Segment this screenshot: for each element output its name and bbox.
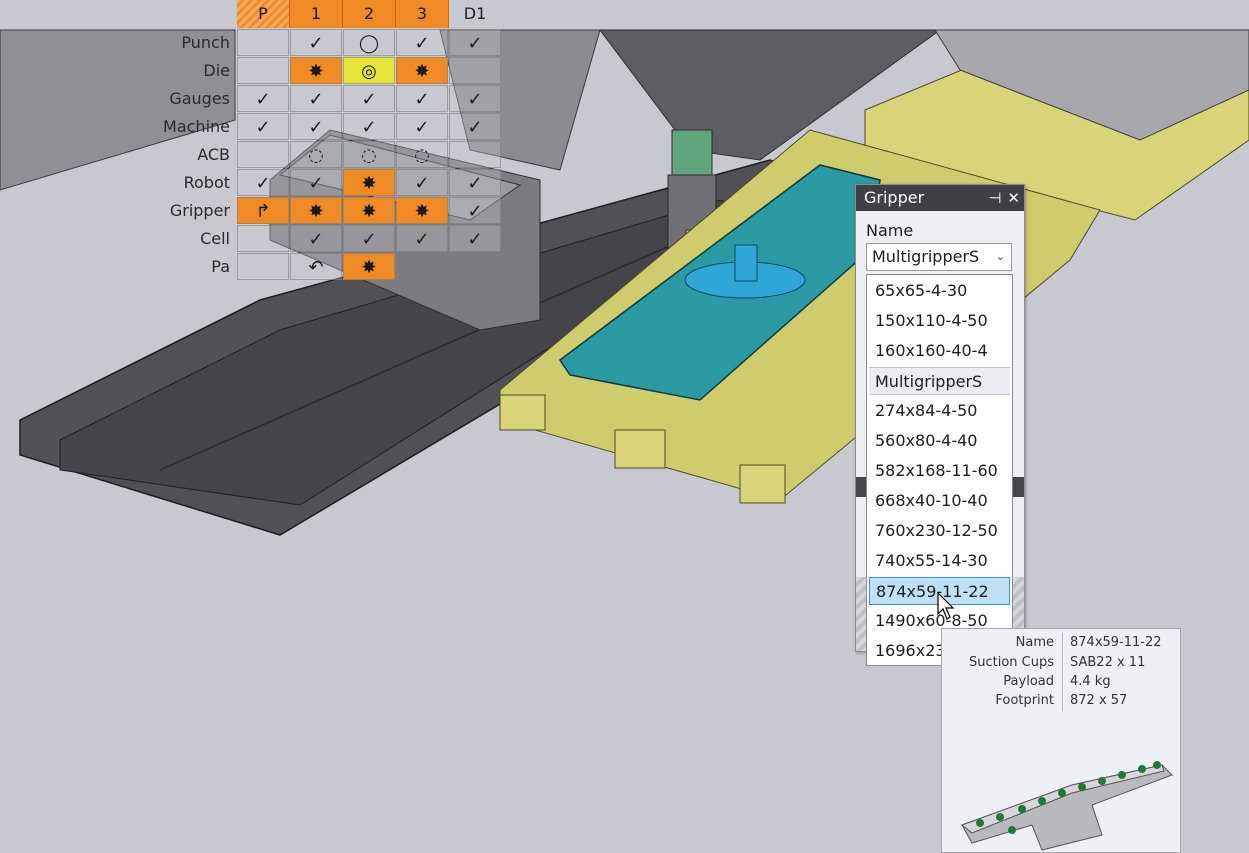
row-label-gripper: Gripper (169, 201, 230, 220)
gripper-name-combobox[interactable]: MultigripperS ⌄ (866, 243, 1012, 271)
gripper-cylinder (734, 244, 758, 282)
tooltip-row: Payload 4.4 kg (942, 674, 1182, 694)
grid-cell[interactable]: ✓ (449, 29, 501, 56)
column-header-p[interactable]: P (237, 0, 290, 28)
grid-cell-warning[interactable]: ◎ (343, 57, 395, 84)
grid-cell[interactable]: ✓ (343, 225, 395, 252)
row-label-punch: Punch (181, 33, 230, 52)
grid-cell[interactable]: ✓ (237, 113, 289, 140)
grid-cell[interactable]: ✓ (237, 85, 289, 112)
row-label-cell: Cell (200, 229, 230, 248)
tooltip-value: 4.4 kg (1070, 674, 1111, 689)
tooltip-key: Name (1015, 635, 1054, 650)
row-label-pa: Pa (211, 257, 230, 276)
pin-icon[interactable]: ⊣ (988, 189, 1001, 207)
row-label-die: Die (203, 61, 230, 80)
grid-cell-error[interactable]: ↱ (237, 197, 289, 224)
grid-cell[interactable]: ✓ (290, 85, 342, 112)
grid-cell-error[interactable]: ✸ (343, 197, 395, 224)
grid-cell[interactable] (237, 225, 289, 252)
panel-title-bar[interactable]: Gripper ⊣ ✕ (856, 185, 1024, 211)
grid-cell[interactable]: ✓ (449, 85, 501, 112)
column-header-2[interactable]: 2 (343, 0, 396, 28)
grid-cell[interactable]: ◌ (396, 141, 448, 168)
tooltip-key: Footprint (995, 693, 1054, 708)
gripper-tooltip: Name 874x59-11-22 Suction Cups SAB22 x 1… (941, 628, 1181, 853)
grid-cell[interactable] (449, 57, 501, 84)
grid-cell[interactable]: ◌ (290, 141, 342, 168)
grid-cell[interactable]: ✓ (237, 169, 289, 196)
grid-cell-error[interactable]: ✸ (343, 253, 395, 280)
grid-cell[interactable]: ◯ (343, 29, 395, 56)
grid-cell-error[interactable]: ✸ (290, 57, 342, 84)
tooltip-row: Name 874x59-11-22 (942, 635, 1182, 655)
dropdown-item[interactable]: 274x84-4-50 (869, 397, 1010, 425)
grid-cell[interactable]: ✓ (449, 169, 501, 196)
grid-cell-error[interactable]: ✸ (396, 197, 448, 224)
dropdown-item[interactable]: 740x55-14-30 (869, 547, 1010, 575)
close-icon[interactable]: ✕ (1007, 189, 1020, 207)
tooltip-row: Suction Cups SAB22 x 11 (942, 655, 1182, 675)
name-label: Name (866, 221, 914, 240)
grid-cell[interactable]: ✓ (396, 113, 448, 140)
combobox-value: MultigripperS (872, 247, 980, 266)
grid-cell[interactable]: ✓ (396, 85, 448, 112)
grid-cell[interactable]: ✓ (290, 113, 342, 140)
dropdown-item[interactable]: 668x40-10-40 (869, 487, 1010, 515)
tooltip-value: SAB22 x 11 (1070, 655, 1146, 670)
grid-cell[interactable]: ◌ (343, 141, 395, 168)
grid-cell[interactable]: ✓ (449, 225, 501, 252)
grid-cell[interactable] (237, 141, 289, 168)
tooltip-row: Footprint 872 x 57 (942, 693, 1182, 713)
tooltip-key: Payload (1003, 674, 1054, 689)
pallet-foot-2 (614, 429, 666, 469)
grid-cell[interactable]: ✓ (290, 225, 342, 252)
grid-cell[interactable]: ✓ (396, 29, 448, 56)
row-label-machine: Machine (163, 117, 230, 136)
pallet-foot-1 (499, 394, 546, 431)
grid-cell[interactable]: ✓ (396, 169, 448, 196)
chevron-down-icon[interactable]: ⌄ (996, 244, 1005, 270)
panel-title: Gripper (864, 188, 925, 207)
grid-cell[interactable]: ✓ (449, 197, 501, 224)
dropdown-item[interactable]: 582x168-11-60 (869, 457, 1010, 485)
dropdown-item[interactable]: 560x80-4-40 (869, 427, 1010, 455)
grid-cell[interactable]: ✓ (290, 29, 342, 56)
tooltip-value: 874x59-11-22 (1070, 635, 1162, 650)
grid-cell[interactable]: ✓ (343, 85, 395, 112)
grid-cell-error[interactable]: ✸ (396, 57, 448, 84)
tooltip-key: Suction Cups (968, 655, 1054, 670)
pallet-foot-3 (739, 464, 786, 504)
column-header-3[interactable]: 3 (396, 0, 449, 28)
grid-cell[interactable]: ✓ (396, 225, 448, 252)
gripper-preview-image (960, 761, 1173, 851)
grid-cell[interactable]: ↶ (290, 253, 342, 280)
grid-cell[interactable] (237, 253, 289, 280)
dropdown-group-header: MultigripperS (869, 367, 1010, 395)
grid-cell[interactable]: ✓ (290, 169, 342, 196)
dropdown-item[interactable]: 150x110-4-50 (869, 307, 1010, 335)
dropdown-item[interactable]: 760x230-12-50 (869, 517, 1010, 545)
tooltip-value: 872 x 57 (1070, 693, 1128, 708)
grid-cell[interactable]: ✓ (449, 113, 501, 140)
row-label-acb: ACB (197, 145, 230, 164)
column-header-1[interactable]: 1 (290, 0, 343, 28)
column-header-d1[interactable]: D1 (449, 0, 501, 28)
grid-cell[interactable] (237, 57, 289, 84)
robot-wrist-cap (671, 129, 713, 176)
grid-cell[interactable] (449, 141, 501, 168)
dropdown-item[interactable]: 65x65-4-30 (869, 277, 1010, 305)
dropdown-item[interactable]: 160x160-40-4 (869, 337, 1010, 365)
mouse-cursor-icon (937, 592, 955, 620)
grid-cell[interactable]: ✓ (343, 113, 395, 140)
grid-cell-error[interactable]: ✸ (343, 169, 395, 196)
grid-cell-error[interactable]: ✸ (290, 197, 342, 224)
grid-cell[interactable] (237, 29, 289, 56)
row-label-gauges: Gauges (169, 89, 230, 108)
row-label-robot: Robot (183, 173, 230, 192)
